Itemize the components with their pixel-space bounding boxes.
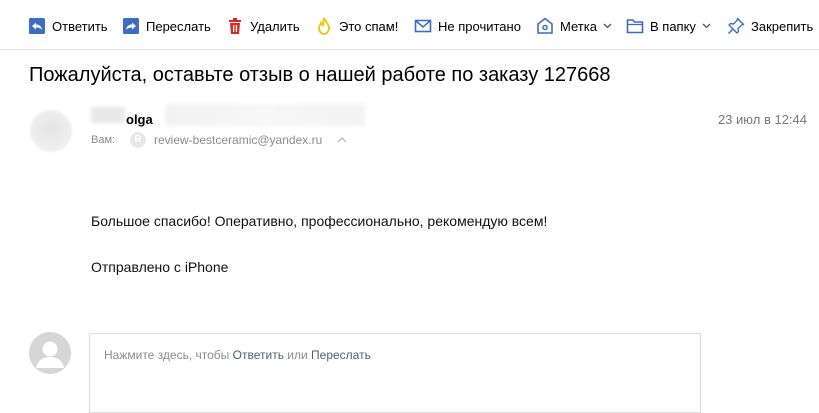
pin-button[interactable]: Закрепить [727,16,813,36]
chevron-down-icon [702,23,711,29]
forward-label: Переслать [146,18,211,34]
envelope-icon [414,19,432,33]
quick-reply-link[interactable]: Ответить [233,348,284,362]
fire-icon [318,17,330,35]
message-subject: Пожалуйста, оставьте отзыв о нашей работ… [29,64,611,86]
sender-name[interactable]: olga [126,112,153,127]
trash-icon [229,18,241,34]
reply-label: Ответить [52,18,108,34]
sender-email-blurred [165,104,365,126]
mark-unread-button[interactable]: Не прочитано [414,16,521,36]
recipient-avatar: R [130,132,146,148]
label-menu-label: Метка [560,18,597,34]
chevron-up-icon[interactable] [337,137,347,143]
quick-forward-link[interactable]: Переслать [311,348,371,362]
message-toolbar: Ответить Переслать Удалить Это спам! Не … [0,0,819,50]
reply-button[interactable]: Ответить [28,16,108,36]
delete-button[interactable]: Удалить [226,16,300,36]
pin-label: Закрепить [751,18,814,34]
folder-icon [626,19,644,34]
message-signature: Отправлено с iPhone [91,259,229,275]
quick-reply-box[interactable]: Нажмите здесь, чтобы Ответить или Пересл… [89,333,701,413]
quick-reply-or: или [283,348,312,362]
recipient-address[interactable]: review-bestceramic@yandex.ru [154,133,322,147]
spam-label: Это спам! [339,18,399,34]
recipient-label: Вам: [91,134,116,146]
unread-label: Не прочитано [438,18,521,34]
chevron-down-icon [603,23,612,29]
spam-button[interactable]: Это спам! [315,16,398,36]
tag-icon [537,17,553,34]
user-avatar [29,332,71,374]
folder-label: В папку [650,18,696,34]
quick-reply-hint: Нажмите здесь, чтобы Ответить или Пересл… [104,348,371,362]
sender-name-blurred [91,107,125,123]
user-silhouette-icon [29,332,71,374]
message-date: 23 июл в 12:44 [717,112,807,127]
delete-label: Удалить [250,18,300,34]
pin-icon [727,17,745,35]
reply-icon [29,18,45,34]
quick-reply-hint-prefix: Нажмите здесь, чтобы [104,348,233,362]
forward-button[interactable]: Переслать [122,16,211,36]
move-to-folder-button[interactable]: В папку [626,16,711,36]
forward-icon [123,18,139,34]
message-body-text: Большое спасибо! Оперативно, профессиона… [91,213,548,229]
label-menu-button[interactable]: Метка [536,16,612,36]
sender-avatar[interactable] [30,110,72,152]
